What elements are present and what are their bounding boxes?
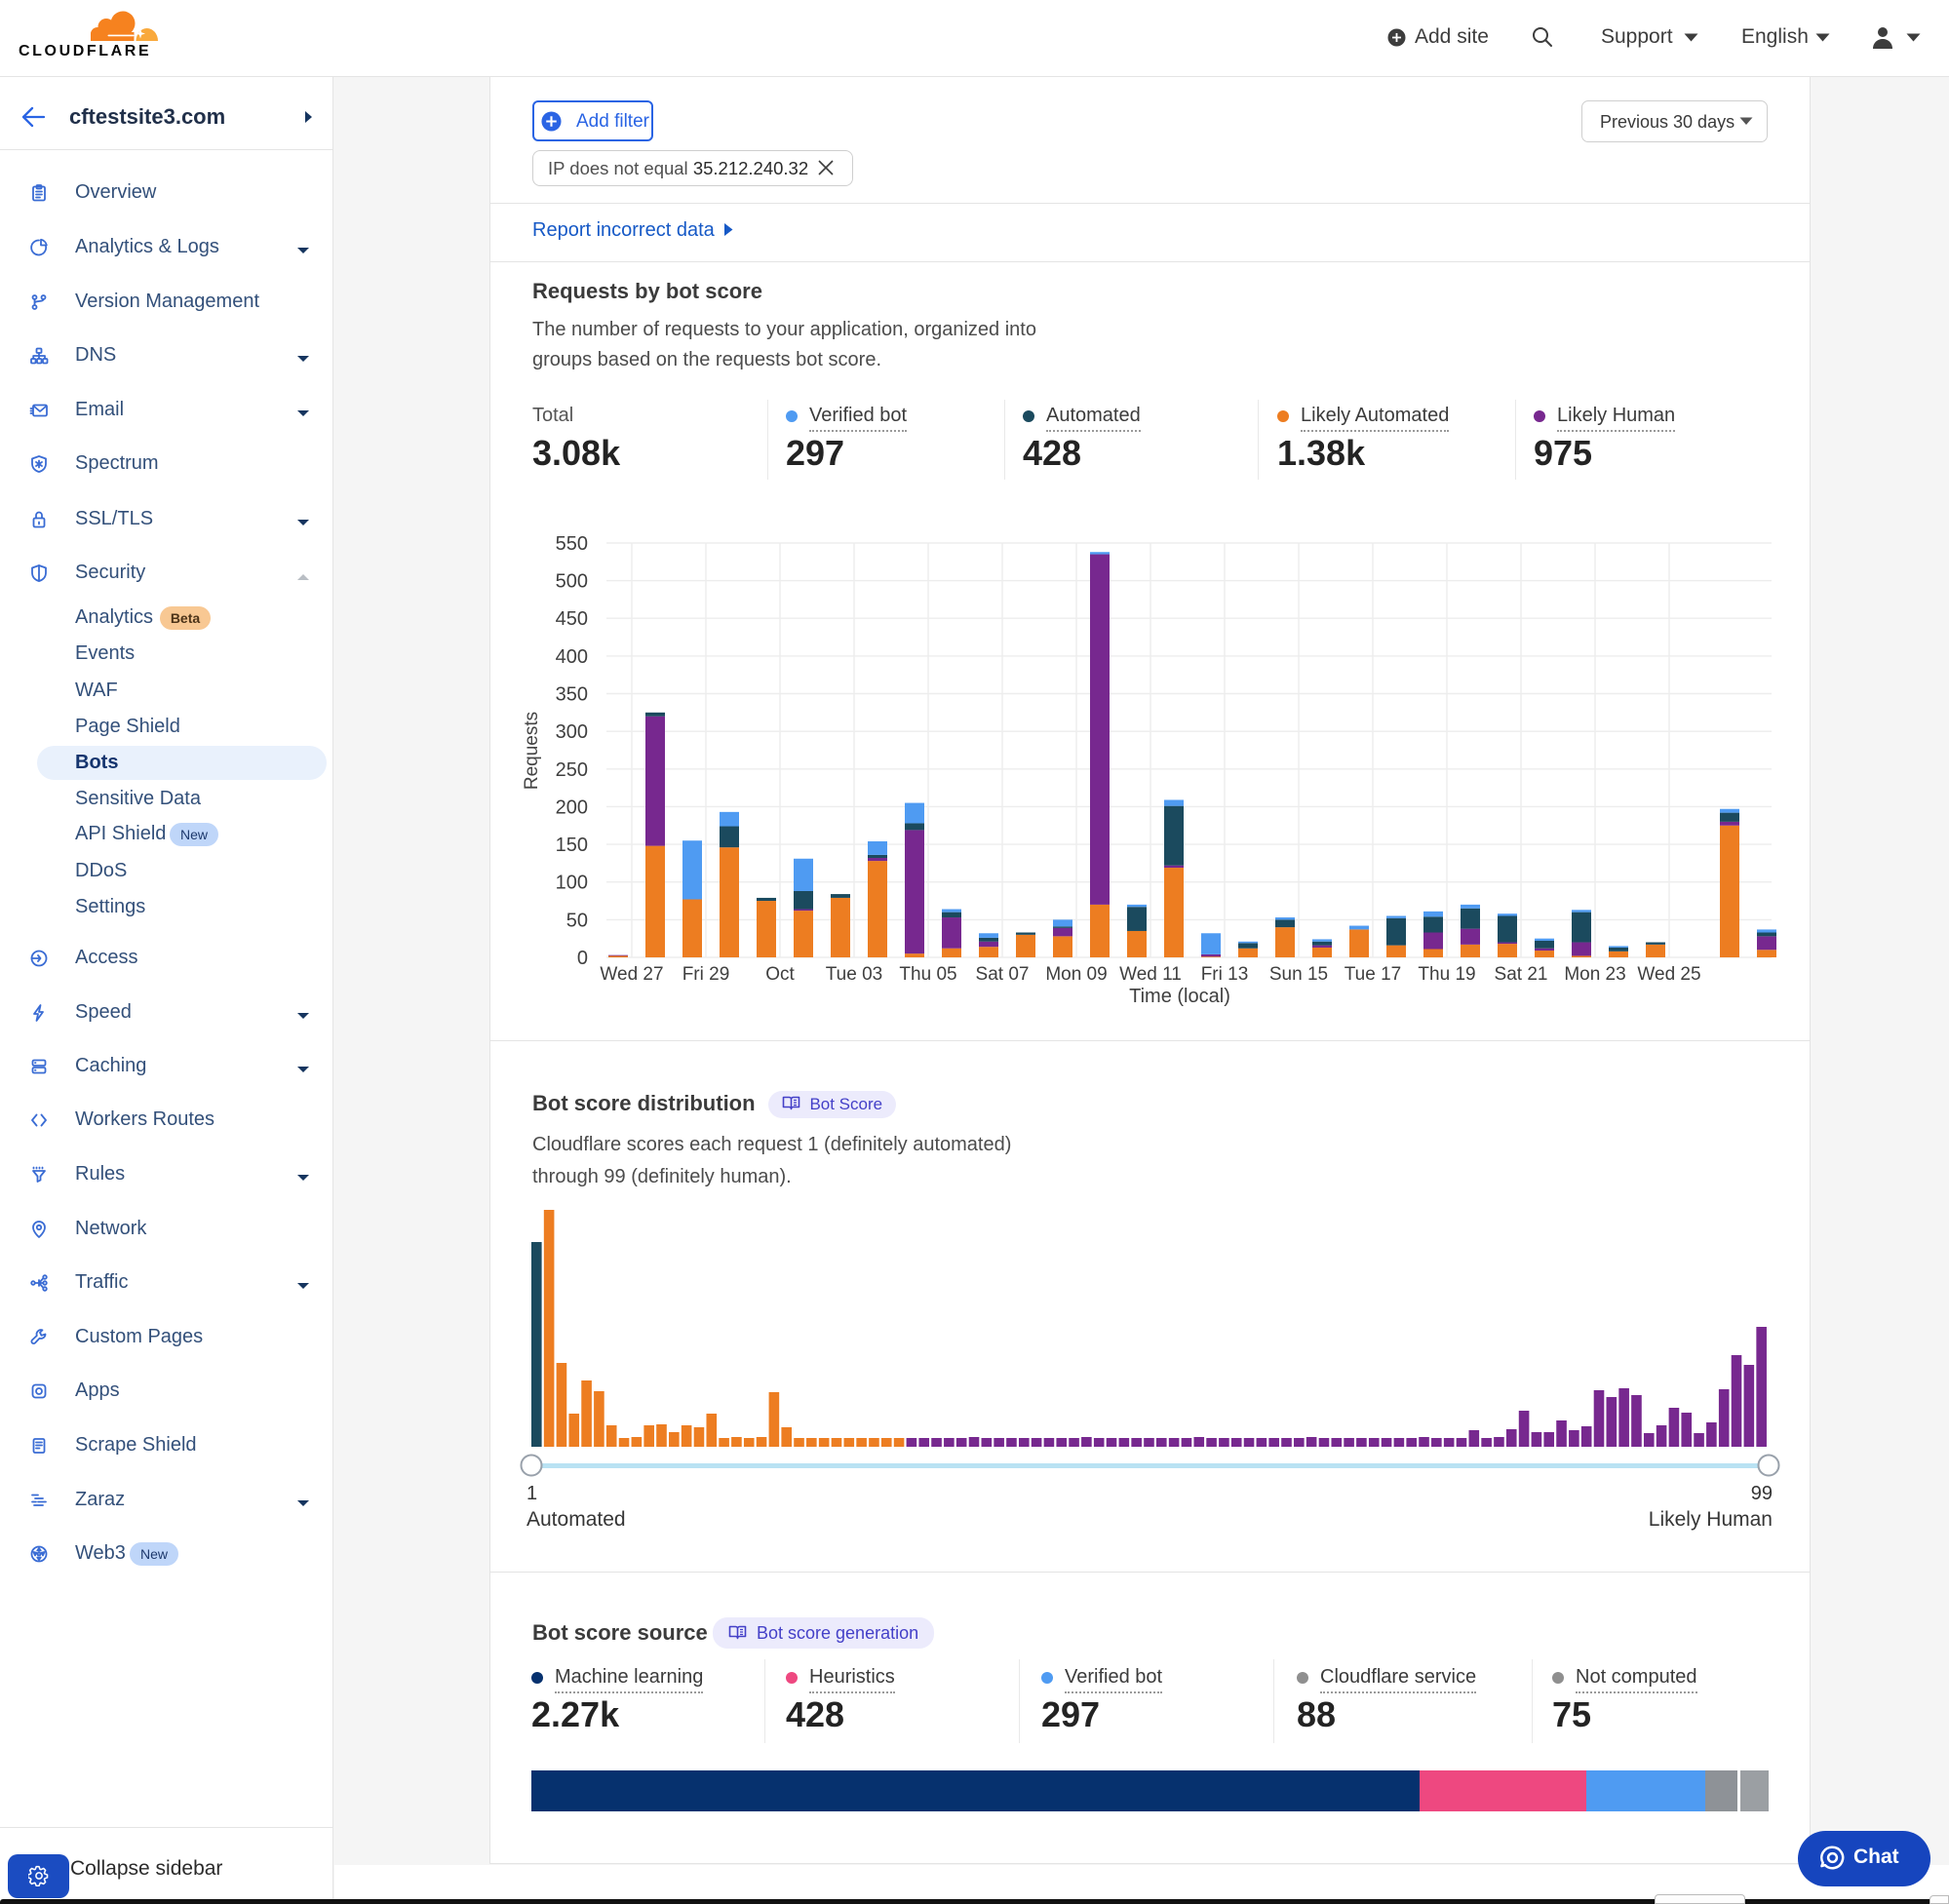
svg-text:100: 100 (556, 873, 588, 894)
svg-text:Mon 23: Mon 23 (1564, 964, 1625, 985)
svg-text:450: 450 (556, 608, 588, 630)
svg-text:Wed 25: Wed 25 (1637, 964, 1700, 985)
svg-text:300: 300 (556, 721, 588, 743)
svg-text:50: 50 (566, 910, 588, 931)
svg-text:150: 150 (556, 835, 588, 856)
svg-text:Time (local): Time (local) (1129, 986, 1230, 1007)
svg-text:Tue 17: Tue 17 (1345, 964, 1401, 985)
svg-text:99: 99 (1751, 1483, 1773, 1504)
svg-text:Mon 09: Mon 09 (1045, 964, 1107, 985)
svg-text:Requests: Requests (522, 712, 542, 790)
svg-text:Oct: Oct (765, 964, 795, 985)
svg-text:400: 400 (556, 646, 588, 668)
svg-text:Thu 05: Thu 05 (899, 964, 956, 985)
svg-text:Sat 07: Sat 07 (976, 964, 1030, 985)
svg-text:350: 350 (556, 684, 588, 706)
svg-text:200: 200 (556, 797, 588, 818)
svg-text:500: 500 (556, 571, 588, 593)
svg-text:Sun 15: Sun 15 (1269, 964, 1328, 985)
svg-text:Likely Human: Likely Human (1649, 1508, 1773, 1531)
svg-text:Fri 13: Fri 13 (1201, 964, 1249, 985)
svg-text:Sat 21: Sat 21 (1495, 964, 1548, 985)
svg-text:Thu 19: Thu 19 (1418, 964, 1475, 985)
svg-text:250: 250 (556, 759, 588, 781)
svg-text:Fri 29: Fri 29 (682, 964, 730, 985)
svg-text:0: 0 (577, 948, 588, 969)
svg-text:Automated: Automated (526, 1508, 626, 1531)
svg-text:Tue 03: Tue 03 (826, 964, 882, 985)
svg-text:550: 550 (556, 533, 588, 555)
svg-text:Wed 27: Wed 27 (600, 964, 663, 985)
svg-text:1: 1 (526, 1483, 537, 1504)
svg-text:Wed 11: Wed 11 (1119, 964, 1182, 985)
